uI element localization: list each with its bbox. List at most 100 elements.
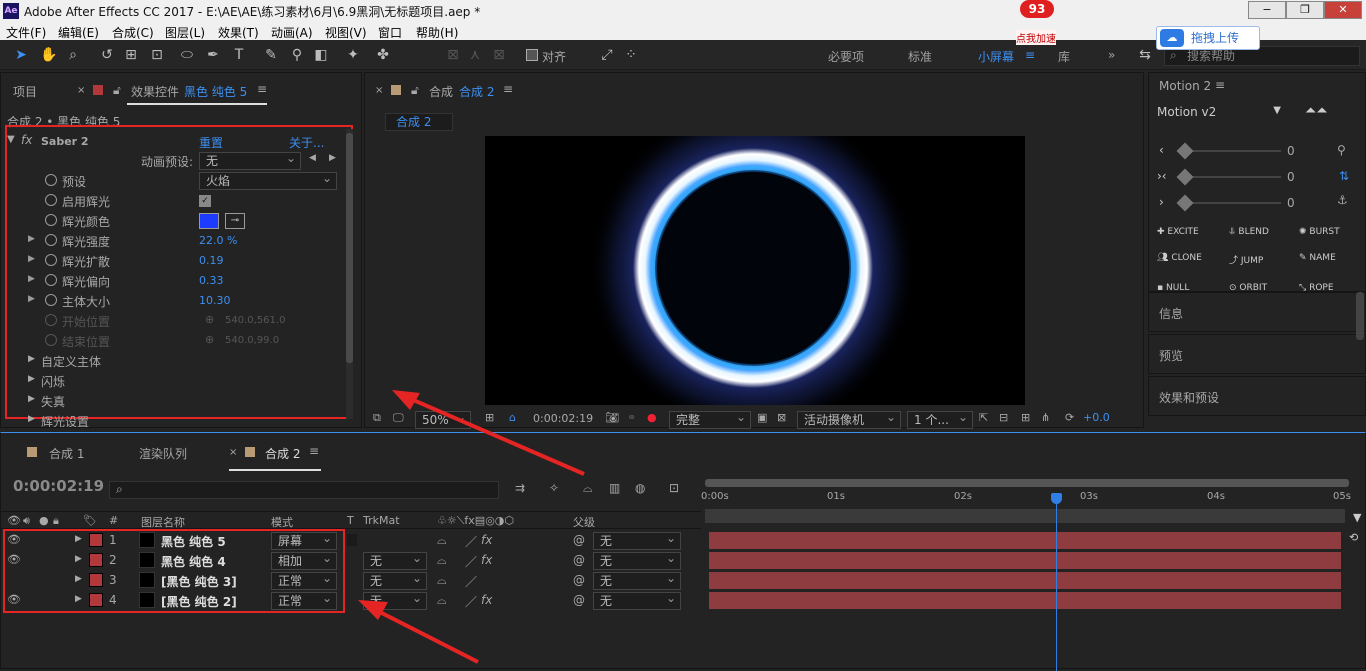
layer-name[interactable]: 黑色 纯色 4 bbox=[161, 553, 226, 570]
world-axis-icon[interactable]: ⋏ bbox=[466, 46, 484, 64]
trkmat-dropdown[interactable]: 无 bbox=[363, 570, 427, 590]
workspace-libraries[interactable]: 库 bbox=[1058, 48, 1070, 65]
close-tab-icon[interactable]: × bbox=[77, 85, 85, 96]
group-glow-settings[interactable]: ▶ 辉光设置 bbox=[1, 411, 341, 427]
shy-switch-icon[interactable]: ⌓ bbox=[437, 533, 447, 548]
stopwatch-icon[interactable] bbox=[45, 294, 57, 306]
zoom-dropdown[interactable]: 50% bbox=[415, 409, 471, 429]
navigator-bar[interactable] bbox=[705, 509, 1345, 523]
quality-switch-icon[interactable]: ／ bbox=[465, 553, 477, 570]
flowchart-icon[interactable]: ⋔ bbox=[1041, 411, 1050, 424]
workspace-menu-icon[interactable]: ≡ bbox=[1025, 48, 1035, 62]
maximize-button[interactable]: ❐ bbox=[1286, 1, 1324, 19]
prev-preset-icon[interactable]: ◀ bbox=[309, 153, 316, 163]
snap-frame-icon[interactable]: ⁘ bbox=[622, 46, 640, 64]
glow-intensity-value[interactable]: 22.0 % bbox=[199, 234, 237, 247]
expand-icon[interactable]: ▶ bbox=[28, 354, 35, 364]
clone-stamp-tool-icon[interactable]: ⚲ bbox=[288, 46, 306, 64]
close-tab-icon[interactable]: × bbox=[375, 85, 383, 96]
label-color[interactable] bbox=[89, 553, 103, 567]
selection-tool-icon[interactable]: ➤ bbox=[12, 46, 30, 64]
zoom-tool-icon[interactable]: ⌕ bbox=[64, 46, 82, 64]
group-custom-core[interactable]: ▶ 自定义主体 bbox=[1, 351, 341, 371]
brush-tool-icon[interactable]: ✎ bbox=[262, 46, 280, 64]
about-link[interactable]: 关于... bbox=[289, 134, 324, 151]
glow-color-swatch[interactable] bbox=[199, 213, 219, 229]
close-tab-icon[interactable]: × bbox=[229, 447, 237, 458]
expand-effect-icon[interactable]: ▼ bbox=[7, 134, 15, 145]
tab-comp1[interactable]: 合成 1 bbox=[49, 445, 84, 462]
pickwhip-icon[interactable]: @ bbox=[573, 573, 585, 587]
fx-switch-icon[interactable]: fx bbox=[481, 533, 492, 547]
pickwhip-icon[interactable]: @ bbox=[573, 553, 585, 567]
always-preview-icon[interactable]: ⧉ bbox=[373, 411, 381, 425]
exposure-value[interactable]: +0.0 bbox=[1083, 411, 1110, 424]
expand-layer-icon[interactable]: ▶ bbox=[75, 574, 82, 584]
snap-icon[interactable]: ⤢ bbox=[598, 46, 616, 64]
blend-mode-dropdown[interactable]: 屏幕 bbox=[271, 530, 337, 550]
core-size-value[interactable]: 10.30 bbox=[199, 294, 231, 307]
graph-editor-icon[interactable]: ⊡ bbox=[669, 481, 679, 495]
slider-thumb[interactable] bbox=[1176, 194, 1194, 212]
slider-thumb[interactable] bbox=[1176, 168, 1194, 186]
views-dropdown[interactable]: 1 个... bbox=[907, 409, 973, 429]
panel-menu-icon[interactable]: ≡ bbox=[309, 444, 319, 458]
puppet-tool-icon[interactable]: ✤ bbox=[374, 46, 392, 64]
burst-button[interactable]: ✺ BURST bbox=[1299, 227, 1340, 237]
slider-value[interactable]: 0 bbox=[1287, 144, 1295, 158]
expand-icon[interactable]: ▶ bbox=[28, 294, 35, 304]
more-workspaces-icon[interactable]: » bbox=[1108, 48, 1115, 62]
comp-subtab[interactable]: 合成 2 bbox=[385, 113, 453, 131]
tab-project[interactable]: 项目 bbox=[13, 83, 37, 100]
blend-button[interactable]: ⥥ BLEND bbox=[1229, 227, 1269, 237]
tab-effect-controls[interactable]: 效果控件 bbox=[131, 83, 179, 100]
layer-duration-bar[interactable] bbox=[709, 572, 1341, 589]
camera-tool-icon[interactable]: ⊞ bbox=[122, 46, 140, 64]
slider-value[interactable]: 0 bbox=[1287, 196, 1295, 210]
fx-icon[interactable]: fx bbox=[21, 133, 32, 147]
anim-preset-dropdown[interactable]: 无 bbox=[199, 150, 301, 170]
draft-3d-icon[interactable]: ✧ bbox=[549, 481, 559, 495]
label-color[interactable] bbox=[89, 593, 103, 607]
info-panel[interactable]: 信息 bbox=[1148, 292, 1366, 332]
stopwatch-icon[interactable] bbox=[45, 214, 57, 226]
layer-search-input[interactable]: ⌕ bbox=[109, 481, 499, 499]
visibility-eye-icon[interactable]: 👁︎ bbox=[7, 593, 21, 606]
glow-bias-value[interactable]: 0.33 bbox=[199, 274, 224, 287]
ellipse-tool-icon[interactable]: ⬭ bbox=[178, 46, 196, 64]
glow-spread-value[interactable]: 0.19 bbox=[199, 254, 224, 267]
fast-preview-icon[interactable]: ⊟ bbox=[999, 411, 1008, 424]
preset-dropdown[interactable]: 火焰 bbox=[199, 170, 337, 190]
blend-mode-dropdown[interactable]: 相加 bbox=[271, 550, 337, 570]
shy-switch-icon[interactable]: ⌓ bbox=[437, 593, 447, 608]
null-button[interactable]: ▪ NULL bbox=[1157, 283, 1189, 291]
layer-row[interactable]: ▶ 3 [黑色 纯色 3] 正常 无 ⌓ ／ @ 无 bbox=[1, 570, 701, 591]
rope-button[interactable]: ⤡ ROPE bbox=[1299, 283, 1334, 291]
show-snapshot-icon[interactable]: ⚭ bbox=[627, 411, 636, 424]
comp-viewer[interactable] bbox=[485, 136, 1025, 405]
tab-render-queue[interactable]: 渲染队列 bbox=[139, 445, 187, 462]
quality-switch-icon[interactable]: ／ bbox=[465, 533, 477, 550]
label-color[interactable] bbox=[89, 533, 103, 547]
camera-dropdown[interactable]: 活动摄像机 bbox=[797, 409, 901, 429]
layer-name[interactable]: [黑色 纯色 2] bbox=[161, 593, 237, 610]
reset-link[interactable]: 重置 bbox=[199, 134, 223, 151]
excite-button[interactable]: ✚ EXCITE bbox=[1157, 227, 1199, 237]
transparency-grid-icon[interactable]: ⊠ bbox=[777, 411, 786, 424]
group-flicker[interactable]: ▶ 闪烁 bbox=[1, 371, 341, 391]
comp-tab-name[interactable]: 合成 2 bbox=[459, 83, 494, 100]
right-scrollbar[interactable] bbox=[1356, 292, 1364, 340]
anchor-icon[interactable]: ⚓︎ bbox=[1337, 193, 1348, 207]
snapshot-icon[interactable]: 📷︎ bbox=[605, 411, 619, 424]
slider-value[interactable]: 0 bbox=[1287, 170, 1295, 184]
gravity-icon[interactable]: ⚲ bbox=[1337, 143, 1346, 157]
layer-row[interactable]: 👁︎ ▶ 1 黑色 纯色 5 屏幕 ⌓ ／ fx @ 无 bbox=[1, 530, 701, 551]
layer-name-header[interactable]: 图层名称 bbox=[141, 514, 185, 530]
expand-layer-icon[interactable]: ▶ bbox=[75, 554, 82, 564]
local-axis-icon[interactable]: ⊠ bbox=[444, 46, 462, 64]
expand-layer-icon[interactable]: ▶ bbox=[75, 534, 82, 544]
pickwhip-icon[interactable]: @ bbox=[573, 533, 585, 547]
menu-view[interactable]: 视图(V) bbox=[325, 24, 367, 41]
menu-layer[interactable]: 图层(L) bbox=[165, 24, 205, 41]
slider-track[interactable] bbox=[1183, 202, 1281, 204]
